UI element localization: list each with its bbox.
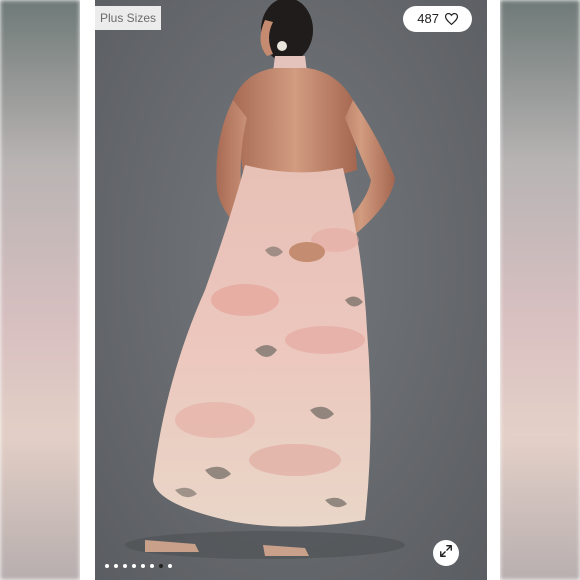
size-category-label: Plus Sizes [100,11,157,25]
expand-button[interactable] [433,540,459,566]
model-in-dress-illustration [125,0,405,559]
carousel-dot[interactable] [123,564,127,568]
expand-arrows-icon [439,544,453,563]
carousel-dot[interactable] [150,564,154,568]
right-blurred-border [500,0,580,580]
carousel-dot[interactable] [141,564,145,568]
like-button[interactable]: 487 [403,6,472,32]
left-blurred-border [0,0,80,580]
size-category-tag[interactable]: Plus Sizes [95,6,162,30]
carousel-dot[interactable] [105,564,109,568]
carousel-dot[interactable] [114,564,118,568]
like-count: 487 [417,11,439,26]
carousel-dot[interactable] [132,564,136,568]
product-photo[interactable]: Plus Sizes 487 [95,0,487,580]
carousel-dot[interactable] [168,564,172,568]
carousel-dots [105,564,172,568]
carousel-dot-active[interactable] [159,564,163,568]
heart-icon [445,13,458,25]
listing-photo-card[interactable]: Plus Sizes 487 [80,0,500,580]
